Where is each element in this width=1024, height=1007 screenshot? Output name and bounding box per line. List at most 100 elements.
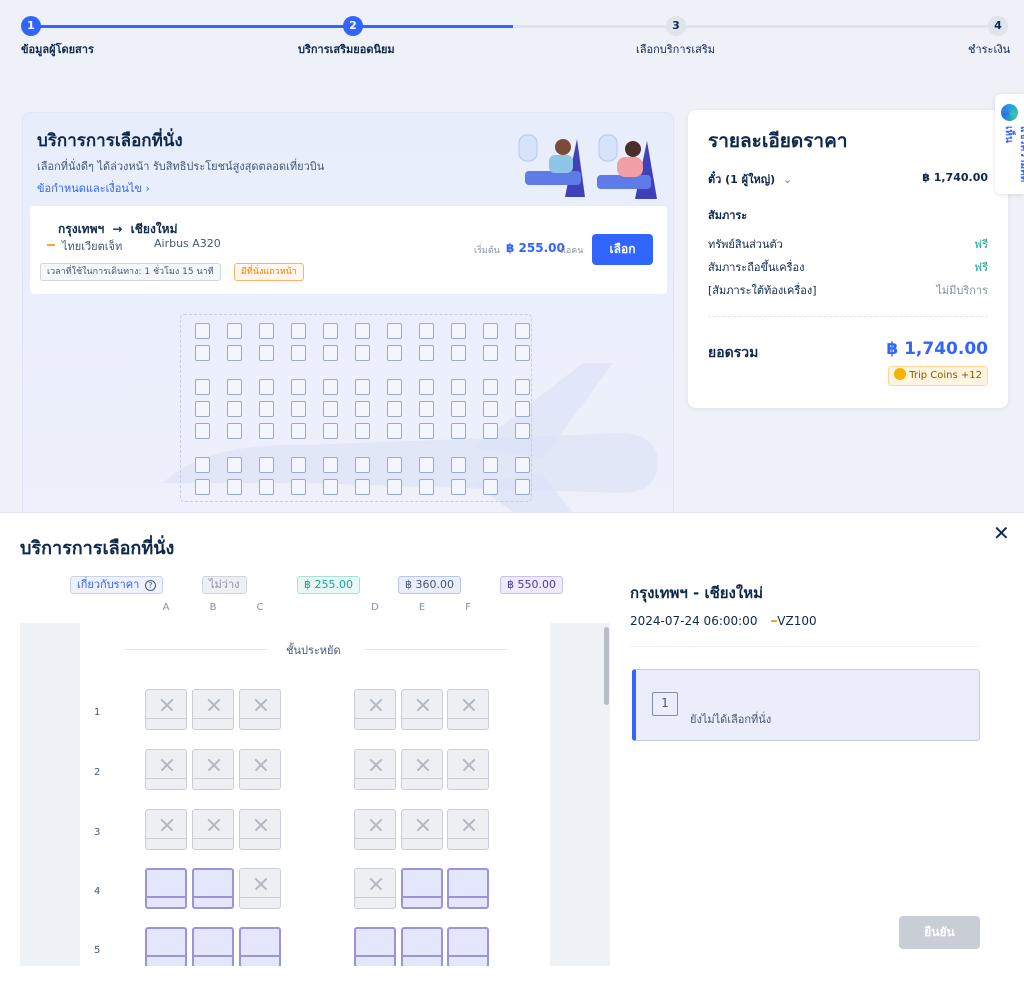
column-letter: E: [418, 602, 426, 613]
seat-cushion: [240, 897, 280, 908]
column-letter: A: [162, 602, 170, 613]
airline-logo-icon: [47, 244, 55, 246]
seat-cushion: [449, 955, 487, 966]
mini-seat: [483, 401, 498, 417]
mini-seat: [291, 423, 306, 439]
seat-unavailable: [192, 749, 234, 790]
about-price-button[interactable]: เกี่ยวกับราคา ?: [70, 576, 163, 594]
mini-seat: [323, 423, 338, 439]
mini-seat: [483, 379, 498, 395]
seat-available[interactable]: [192, 868, 234, 909]
total-value: ฿ 1,740.00: [886, 339, 988, 359]
mini-seat: [291, 401, 306, 417]
seat-cushion: [193, 778, 233, 789]
mini-seat: [451, 423, 466, 439]
seat-unavailable: [354, 868, 396, 909]
row-number: 2: [94, 767, 101, 778]
seat-available[interactable]: [145, 868, 187, 909]
mini-seat: [195, 479, 210, 495]
step-connector: [31, 25, 353, 28]
close-icon[interactable]: ✕: [993, 521, 1010, 545]
mini-seat: [387, 423, 402, 439]
seat-cushion: [193, 718, 233, 729]
mini-seat: [515, 401, 530, 417]
seat-selection-card: บริการการเลือกที่นั่ง เลือกที่นั่งดีๆ ได…: [22, 112, 674, 532]
seat-unavailable: [401, 809, 443, 850]
price-prefix: เริ่มต้น: [474, 246, 500, 256]
seat-cushion: [356, 955, 394, 966]
mini-seat: [227, 457, 242, 473]
seat-unavailable: [447, 809, 489, 850]
mini-seat-map: [180, 314, 532, 502]
price-details-title: รายละเอียดราคา: [708, 130, 848, 152]
seat-unavailable: [145, 689, 187, 730]
seat-cushion: [355, 838, 395, 849]
seat-card-subtitle: เลือกที่นั่งดีๆ ได้ล่วงหน้า รับสิทธิประโ…: [37, 160, 325, 173]
seat-cushion: [241, 955, 279, 966]
route-from: กรุงเทพฯ: [58, 222, 105, 236]
step-connector: [513, 25, 676, 28]
price-suffix: ต่อคน: [560, 246, 584, 256]
mini-seat: [259, 423, 274, 439]
step-connector: [676, 25, 998, 28]
mini-seat: [291, 379, 306, 395]
mini-seat: [355, 379, 370, 395]
passenger-seat-slot[interactable]: 1 ยังไม่ได้เลือกที่นั่ง: [632, 669, 980, 741]
mini-seat: [195, 423, 210, 439]
seat-cushion: [194, 896, 232, 907]
baggage-item-value: ฟรี: [974, 238, 988, 251]
seat-unavailable: [239, 809, 281, 850]
select-seat-button[interactable]: เลือก: [592, 234, 653, 265]
mini-seat: [419, 457, 434, 473]
seat-number-icon: 1: [652, 692, 678, 716]
seat-unavailable: [239, 689, 281, 730]
seat-map-scroll-area[interactable]: ชั้นประหยัด 12345: [20, 623, 610, 966]
mini-seat: [259, 479, 274, 495]
seat-cushion: [448, 718, 488, 729]
seat-available[interactable]: [354, 927, 396, 966]
divider: [630, 646, 980, 647]
seat-available[interactable]: [447, 927, 489, 966]
feedback-side-tab[interactable]: แชร์ความคิดเห็น: [995, 94, 1024, 194]
mini-seat: [323, 401, 338, 417]
step-4-number: 4: [988, 16, 1008, 36]
seat-unavailable: [192, 689, 234, 730]
trip-coins-value: Trip Coins +12: [909, 370, 982, 381]
seat-available[interactable]: [239, 927, 281, 966]
terms-link[interactable]: ข้อกำหนดและเงื่อนไข ›: [37, 179, 150, 197]
mini-seat: [387, 457, 402, 473]
mini-seat: [291, 323, 306, 339]
seat-cushion: [147, 955, 185, 966]
starting-price: ฿ 255.00: [506, 241, 565, 255]
mini-seat: [355, 423, 370, 439]
seat-unavailable: [401, 689, 443, 730]
seat-unavailable: [354, 689, 396, 730]
seat-cushion: [355, 718, 395, 729]
route-to: เชียงใหม่: [130, 222, 178, 236]
divider: [708, 316, 988, 317]
mini-seat: [483, 457, 498, 473]
mini-seat: [259, 401, 274, 417]
seat-available[interactable]: [401, 868, 443, 909]
mini-seat: [515, 379, 530, 395]
mini-seat: [483, 323, 498, 339]
baggage-item-label: สัมภาระถือขึ้นเครื่อง: [708, 261, 805, 274]
seat-cushion: [146, 778, 186, 789]
mini-seat: [227, 323, 242, 339]
column-letter: B: [209, 602, 217, 613]
seat-unavailable: [354, 749, 396, 790]
seat-available[interactable]: [401, 927, 443, 966]
seat-available[interactable]: [447, 868, 489, 909]
seat-unavailable: [447, 749, 489, 790]
baggage-item-label: ทรัพย์สินส่วนตัว: [708, 238, 783, 251]
ticket-toggle[interactable]: ตั๋ว (1 ผู้ใหญ่) ⌄: [708, 170, 792, 188]
terms-link-label: ข้อกำหนดและเงื่อนไข: [37, 182, 142, 195]
mini-seat: [227, 345, 242, 361]
flight-offer-row: กรุงเทพฯ → เชียงใหม่ ไทยเวียตเจ็ท Airbus…: [30, 206, 667, 294]
mini-seat: [355, 401, 370, 417]
confirm-button[interactable]: ยืนยัน: [899, 916, 980, 949]
seat-available[interactable]: [145, 927, 187, 966]
seat-available[interactable]: [192, 927, 234, 966]
step-3-label: เลือกบริการเสริม: [636, 43, 716, 56]
step-2-label: บริการเสริมยอดนิยม: [298, 43, 395, 56]
